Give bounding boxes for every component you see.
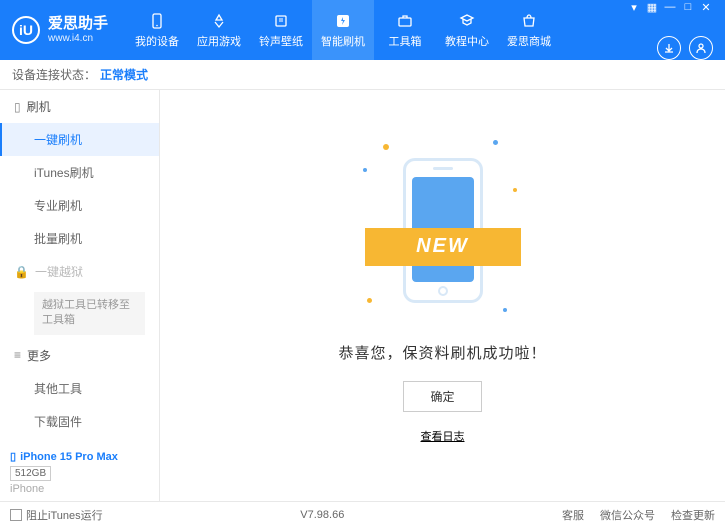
nav-flash[interactable]: 智能刷机 xyxy=(312,0,374,60)
device-icon xyxy=(148,12,166,30)
maximize-icon[interactable]: □ xyxy=(681,0,695,14)
sidebar-item-download-firmware[interactable]: 下载固件 xyxy=(0,405,159,438)
brand-logo-icon: iU xyxy=(12,16,40,44)
footer-wechat[interactable]: 微信公众号 xyxy=(600,507,655,523)
skin-icon[interactable]: ▦ xyxy=(645,0,659,14)
success-illustration: NEW xyxy=(373,148,513,328)
lock-icon: 🔒 xyxy=(14,265,29,279)
brand-subtitle: www.i4.cn xyxy=(48,33,108,44)
nav-store[interactable]: 爱思商城 xyxy=(498,0,560,60)
footer-support[interactable]: 客服 xyxy=(562,507,584,523)
block-itunes-checkbox[interactable]: 阻止iTunes运行 xyxy=(10,507,103,523)
brand: iU 爱思助手 www.i4.cn xyxy=(12,16,108,44)
ringtone-icon xyxy=(272,12,290,30)
nav-ringtones[interactable]: 铃声壁纸 xyxy=(250,0,312,60)
tutorial-icon xyxy=(458,12,476,30)
main-content: NEW 恭喜您，保资料刷机成功啦！ 确定 查看日志 xyxy=(160,90,725,501)
store-icon xyxy=(520,12,538,30)
version-label: V7.98.66 xyxy=(300,509,344,521)
status-label: 设备连接状态： xyxy=(12,66,96,83)
device-type: iPhone xyxy=(10,483,149,495)
sidebar-item-pro-flash[interactable]: 专业刷机 xyxy=(0,189,159,222)
close-icon[interactable]: ✕ xyxy=(699,0,713,14)
sidebar-item-other-tools[interactable]: 其他工具 xyxy=(0,372,159,405)
ok-button[interactable]: 确定 xyxy=(403,381,481,412)
nav-tutorials[interactable]: 教程中心 xyxy=(436,0,498,60)
top-nav: 我的设备 应用游戏 铃声壁纸 智能刷机 工具箱 教程中心 爱思商城 xyxy=(126,0,560,60)
apps-icon xyxy=(210,12,228,30)
footer: 阻止iTunes运行 V7.98.66 客服 微信公众号 检查更新 xyxy=(0,501,725,527)
status-mode: 正常模式 xyxy=(100,66,148,83)
phone-icon: ▯ xyxy=(10,450,16,463)
window-controls: ▾ ▦ — □ ✕ xyxy=(627,0,713,14)
status-bar: 设备连接状态： 正常模式 xyxy=(0,60,725,90)
device-info: ▯ iPhone 15 Pro Max 512GB iPhone xyxy=(0,444,159,501)
flash-icon xyxy=(334,12,352,30)
view-log-link[interactable]: 查看日志 xyxy=(421,428,465,444)
download-button[interactable] xyxy=(657,36,681,60)
sidebar-item-batch-flash[interactable]: 批量刷机 xyxy=(0,222,159,255)
device-storage: 512GB xyxy=(10,466,51,481)
device-name[interactable]: ▯ iPhone 15 Pro Max xyxy=(10,450,149,463)
nav-apps[interactable]: 应用游戏 xyxy=(188,0,250,60)
sidebar-group-more[interactable]: ≡ 更多 xyxy=(0,339,159,372)
flash-group-icon: ▯ xyxy=(14,100,21,114)
sidebar-group-flash[interactable]: ▯ 刷机 xyxy=(0,90,159,123)
sidebar-item-onekey-flash[interactable]: 一键刷机 xyxy=(0,123,159,156)
user-button[interactable] xyxy=(689,36,713,60)
success-message: 恭喜您，保资料刷机成功啦！ xyxy=(338,342,546,363)
more-icon: ≡ xyxy=(14,348,21,362)
brand-title: 爱思助手 xyxy=(48,16,108,33)
sidebar-item-itunes-flash[interactable]: iTunes刷机 xyxy=(0,156,159,189)
footer-update[interactable]: 检查更新 xyxy=(671,507,715,523)
nav-device[interactable]: 我的设备 xyxy=(126,0,188,60)
menu-icon[interactable]: ▾ xyxy=(627,0,641,14)
app-header: iU 爱思助手 www.i4.cn 我的设备 应用游戏 铃声壁纸 智能刷机 工具… xyxy=(0,0,725,60)
minimize-icon[interactable]: — xyxy=(663,0,677,14)
toolbox-icon xyxy=(396,12,414,30)
sidebar-group-jailbreak: 🔒 一键越狱 xyxy=(0,255,159,288)
nav-toolbox[interactable]: 工具箱 xyxy=(374,0,436,60)
new-ribbon: NEW xyxy=(365,228,521,266)
sidebar: ▯ 刷机 一键刷机 iTunes刷机 专业刷机 批量刷机 🔒 一键越狱 越狱工具… xyxy=(0,90,160,501)
jailbreak-note: 越狱工具已转移至工具箱 xyxy=(34,292,145,335)
